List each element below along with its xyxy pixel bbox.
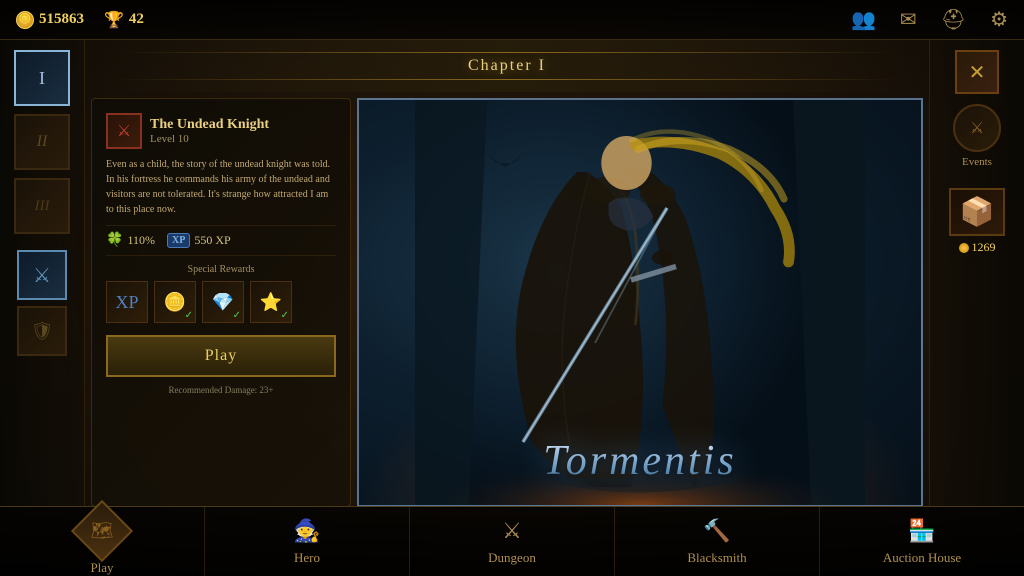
nav-blacksmith-label: Blacksmith [687, 550, 746, 566]
chest-coin-dot [959, 243, 969, 253]
reward-coin-icon: 🪙 [164, 292, 186, 313]
xp-stat: XP 550 XP [167, 233, 231, 248]
nav-play-label: Play [90, 560, 113, 576]
quest-header: ⚔ The Undead Knight Level 10 [106, 113, 336, 149]
sidebar-skill-1[interactable]: ⚔ [17, 250, 67, 300]
chapter-title: Chapter I [468, 57, 546, 74]
recommended-damage: Recommended Damage: 23+ [106, 385, 336, 395]
nav-hero-icon: 🧙 [293, 518, 320, 544]
info-panel: ⚔ The Undead Knight Level 10 Even as a c… [91, 98, 351, 507]
events-icon-circle: ⚔ [953, 104, 1001, 152]
events-icon: ⚔ [970, 118, 984, 138]
close-button[interactable]: ✕ [955, 50, 999, 94]
rewards-label: Special Rewards [106, 264, 336, 275]
nav-auction-label: Auction House [883, 550, 961, 566]
art-panel: Tormentis [357, 98, 923, 507]
reward-special: ⭐ ✓ [250, 281, 292, 323]
nav-auction-icon: 🏪 [908, 518, 935, 544]
trophy-count: 42 [129, 11, 144, 28]
nav-dungeon-icon: ⚔ [502, 518, 522, 544]
clover-icon: 🍀 [106, 232, 123, 249]
xp-badge: XP [167, 233, 190, 248]
chest-coins-display: 1269 [959, 240, 996, 255]
trophy-icon: 🏆 [104, 10, 124, 30]
events-item[interactable]: ⚔ Events [953, 104, 1001, 168]
nav-dungeon[interactable]: ⚔ Dungeon [410, 507, 615, 576]
settings-icon[interactable]: ⚙ [990, 7, 1008, 32]
top-bar: 🪙 515863 🏆 42 👥 ✉ ⛑ ⚙ [0, 0, 1024, 40]
main-content: ⚔ The Undead Knight Level 10 Even as a c… [85, 92, 929, 513]
skill-1-icon: ⚔ [33, 263, 51, 288]
friends-icon[interactable]: 👥 [851, 7, 876, 32]
quest-icon-box: ⚔ [106, 113, 142, 149]
quest-name: The Undead Knight [150, 117, 269, 133]
sidebar-chapter-3[interactable]: III [14, 178, 70, 234]
luck-stat: 🍀 110% [106, 232, 155, 249]
quest-sword-icon: ⚔ [117, 121, 131, 141]
nav-blacksmith[interactable]: 🔨 Blacksmith [615, 507, 820, 576]
chest-item[interactable]: 📦 1269 [949, 188, 1005, 255]
gold-coin-icon: 🪙 [16, 11, 34, 29]
nav-blacksmith-icon: 🔨 [703, 518, 730, 544]
top-bar-right: 👥 ✉ ⛑ ⚙ [851, 7, 1008, 32]
chapter-3-icon: III [35, 198, 50, 215]
nav-dungeon-label: Dungeon [488, 550, 536, 566]
sidebar-chapter-1[interactable]: I [14, 50, 70, 106]
chapter-header: Chapter I [85, 40, 929, 92]
nav-auction-house[interactable]: 🏪 Auction House [820, 507, 1024, 576]
reward-special-check: ✓ [281, 310, 289, 321]
chest-icon: 📦 [960, 195, 995, 229]
quest-title-block: The Undead Knight Level 10 [150, 117, 269, 145]
gold-amount: 515863 [39, 11, 84, 28]
gold-display: 🪙 515863 [16, 11, 84, 29]
chapter-divider-bottom [113, 79, 901, 80]
chest-icon-box: 📦 [949, 188, 1005, 236]
top-bar-left: 🪙 515863 🏆 42 [16, 10, 144, 30]
reward-coin: 🪙 ✓ [154, 281, 196, 323]
reward-coin-check: ✓ [185, 310, 193, 321]
bottom-nav: 🗺 Play 🧙 Hero ⚔ Dungeon 🔨 Blacksmith 🏪 A… [0, 506, 1024, 576]
chest-coin-amount: 1269 [972, 240, 996, 255]
luck-value: 110% [127, 233, 155, 248]
right-sidebar: ✕ ⚔ Events 📦 1269 [929, 40, 1024, 506]
helmet-icon[interactable]: ⛑ [941, 7, 966, 32]
sidebar-chapter-2[interactable]: II [14, 114, 70, 170]
trophy-display: 🏆 42 [104, 10, 144, 30]
sidebar-skill-2[interactable]: 🛡 [17, 306, 67, 356]
play-button[interactable]: Play [106, 335, 336, 377]
game-title: Tormentis [359, 437, 921, 485]
quest-level: Level 10 [150, 133, 269, 145]
reward-gem: 💎 ✓ [202, 281, 244, 323]
chapter-panel: Chapter I ⚔ The Undead Knight Level 10 E… [85, 40, 929, 506]
reward-special-icon: ⭐ [260, 292, 282, 313]
rewards-row: XP 🪙 ✓ 💎 ✓ ⭐ ✓ [106, 281, 336, 323]
nav-hero-label: Hero [294, 550, 320, 566]
close-icon: ✕ [969, 60, 986, 85]
chapter-divider-top [113, 52, 901, 53]
reward-gem-icon: 💎 [212, 292, 234, 313]
nav-hero[interactable]: 🧙 Hero [205, 507, 410, 576]
reward-gem-check: ✓ [233, 310, 241, 321]
rewards-section: Special Rewards XP 🪙 ✓ 💎 ✓ ⭐ [106, 264, 336, 323]
quest-stats: 🍀 110% XP 550 XP [106, 225, 336, 256]
mail-icon[interactable]: ✉ [900, 7, 917, 32]
xp-value: 550 XP [194, 233, 230, 248]
reward-xp: XP [106, 281, 148, 323]
quest-description: Even as a child, the story of the undead… [106, 157, 336, 217]
left-sidebar: I II III ⚔ 🛡 [0, 40, 85, 506]
skill-2-icon: 🛡 [31, 321, 54, 342]
reward-xp-icon: XP [115, 292, 138, 313]
nav-play[interactable]: 🗺 Play [0, 507, 205, 576]
chapter-1-icon: I [39, 68, 45, 89]
events-label: Events [962, 156, 992, 168]
chapter-2-icon: II [37, 133, 48, 151]
